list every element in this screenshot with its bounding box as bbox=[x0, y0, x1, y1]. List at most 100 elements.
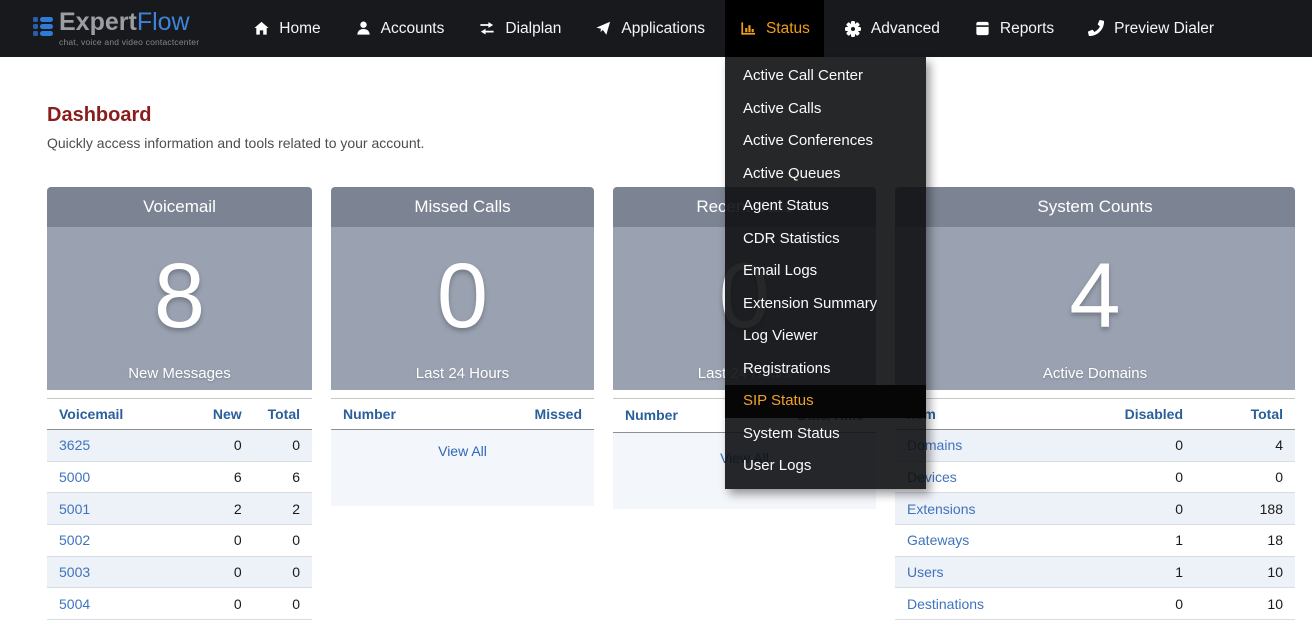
column-header: Disabled bbox=[1075, 399, 1195, 430]
table-cell: 3625 bbox=[47, 430, 166, 462]
table-cell: 0 bbox=[1075, 493, 1195, 525]
system-counts-card: System Counts 4 Active Domains ItemDisab… bbox=[895, 187, 1295, 620]
row-link[interactable]: 3625 bbox=[59, 437, 90, 453]
menu-item-registrations[interactable]: Registrations bbox=[725, 353, 926, 386]
row-link[interactable]: 5002 bbox=[59, 532, 90, 548]
table-row: 362500 bbox=[47, 430, 312, 462]
table-cell: 0 bbox=[254, 430, 312, 462]
table-row: Extensions0188 bbox=[895, 493, 1295, 525]
nav-item-dialplan[interactable]: Dialplan bbox=[464, 0, 575, 57]
table-row: Users 110 bbox=[895, 556, 1295, 588]
nav-label: Accounts bbox=[381, 20, 445, 38]
nav-item-applications[interactable]: Applications bbox=[581, 0, 719, 57]
missed-calls-table: NumberMissed bbox=[331, 398, 594, 430]
menu-item-active-call-center[interactable]: Active Call Center bbox=[725, 60, 926, 93]
row-link[interactable]: Users bbox=[907, 564, 944, 580]
table-row: Devices00 bbox=[895, 461, 1295, 493]
system-counts-metric: 4 bbox=[1069, 227, 1120, 365]
table-cell: 18 bbox=[1195, 525, 1295, 557]
book-icon bbox=[974, 20, 991, 37]
nav-item-advanced[interactable]: Advanced bbox=[830, 0, 954, 57]
column-header: Total bbox=[254, 399, 312, 430]
row-link[interactable]: Gateways bbox=[907, 532, 969, 548]
table-cell: Users bbox=[895, 556, 1075, 588]
table-cell: Gateways bbox=[895, 525, 1075, 557]
table-cell: 5001 bbox=[47, 493, 166, 525]
row-link[interactable]: 5001 bbox=[59, 501, 90, 517]
table-cell: 0 bbox=[166, 556, 253, 588]
row-link[interactable]: 5003 bbox=[59, 564, 90, 580]
table-cell: 5003 bbox=[47, 556, 166, 588]
table-cell: Extensions bbox=[895, 493, 1075, 525]
nav-item-home[interactable]: Home bbox=[239, 0, 334, 57]
table-cell: 2 bbox=[254, 493, 312, 525]
table-cell: 5004 bbox=[47, 588, 166, 620]
menu-item-active-queues[interactable]: Active Queues bbox=[725, 158, 926, 191]
menu-item-email-logs[interactable]: Email Logs bbox=[725, 255, 926, 288]
menu-item-user-logs[interactable]: User Logs bbox=[725, 450, 926, 483]
table-cell: 0 bbox=[1195, 461, 1295, 493]
table-cell: 0 bbox=[254, 556, 312, 588]
table-row: 500066 bbox=[47, 461, 312, 493]
column-header: Number bbox=[331, 399, 463, 430]
nav-label: Preview Dialer bbox=[1114, 20, 1214, 38]
gear-icon bbox=[844, 20, 862, 38]
table-cell: Destinations bbox=[895, 588, 1075, 620]
row-link[interactable]: 5004 bbox=[59, 596, 90, 612]
nav-item-preview-dialer[interactable]: Preview Dialer bbox=[1074, 0, 1228, 57]
nav-item-status[interactable]: Status Active Call Center Active Calls A… bbox=[725, 0, 824, 57]
table-cell: 0 bbox=[254, 525, 312, 557]
phone-icon bbox=[1088, 20, 1105, 37]
page-subtitle: Quickly access information and tools rel… bbox=[47, 135, 424, 151]
row-link[interactable]: Extensions bbox=[907, 501, 975, 517]
brand-name: ExpertFlow bbox=[59, 10, 199, 35]
brand-logo: ExpertFlow chat, voice and video contact… bbox=[33, 10, 199, 47]
nav-label: Advanced bbox=[871, 20, 940, 38]
table-cell: 0 bbox=[254, 588, 312, 620]
logo-grid-icon bbox=[33, 17, 53, 36]
voicemail-card: Voicemail 8 New Messages VoicemailNewTot… bbox=[47, 187, 312, 620]
row-link[interactable]: 5000 bbox=[59, 469, 90, 485]
table-cell: 1 bbox=[1075, 556, 1195, 588]
table-row: Destinations 010 bbox=[895, 588, 1295, 620]
menu-item-active-conferences[interactable]: Active Conferences bbox=[725, 125, 926, 158]
menu-item-agent-status[interactable]: Agent Status bbox=[725, 190, 926, 223]
table-cell: 6 bbox=[254, 461, 312, 493]
table-cell: 10 bbox=[1195, 556, 1295, 588]
dashboard-cards: Voicemail 8 New Messages VoicemailNewTot… bbox=[47, 187, 1295, 620]
column-header: Total bbox=[1195, 399, 1295, 430]
table-cell: 1 bbox=[1075, 525, 1195, 557]
nav-label: Applications bbox=[621, 20, 705, 38]
menu-item-active-calls[interactable]: Active Calls bbox=[725, 93, 926, 126]
table-cell: 0 bbox=[1075, 588, 1195, 620]
menu-item-cdr-statistics[interactable]: CDR Statistics bbox=[725, 223, 926, 256]
page-title: Dashboard bbox=[47, 104, 151, 127]
menu-item-sip-status[interactable]: SIP Status bbox=[725, 385, 926, 418]
table-row: 5003 00 bbox=[47, 556, 312, 588]
table-cell: 5002 bbox=[47, 525, 166, 557]
brand-tagline: chat, voice and video contactcenter bbox=[59, 38, 199, 47]
missed-calls-metric-label: Last 24 Hours bbox=[416, 365, 509, 382]
column-header: New bbox=[166, 399, 253, 430]
system-counts-metric-label: Active Domains bbox=[1043, 365, 1147, 382]
table-row: 500400 bbox=[47, 588, 312, 620]
missed-calls-view-all-link[interactable]: View All bbox=[438, 443, 487, 459]
table-cell: 0 bbox=[1075, 461, 1195, 493]
system-counts-card-title: System Counts bbox=[895, 187, 1295, 227]
row-link[interactable]: Destinations bbox=[907, 596, 984, 612]
nav-item-accounts[interactable]: Accounts bbox=[341, 0, 459, 57]
menu-item-extension-summary[interactable]: Extension Summary bbox=[725, 288, 926, 321]
menu-item-log-viewer[interactable]: Log Viewer bbox=[725, 320, 926, 353]
voicemail-card-title: Voicemail bbox=[47, 187, 312, 227]
table-row: 500122 bbox=[47, 493, 312, 525]
nav-item-reports[interactable]: Reports bbox=[960, 0, 1068, 57]
bar-chart-icon bbox=[739, 20, 757, 37]
table-cell: 10 bbox=[1195, 588, 1295, 620]
system-counts-table: ItemDisabledTotalDomains04Devices00Exten… bbox=[895, 398, 1295, 620]
voicemail-metric-label: New Messages bbox=[128, 365, 231, 382]
table-cell: 4 bbox=[1195, 430, 1295, 462]
table-cell: 0 bbox=[1075, 430, 1195, 462]
menu-item-system-status[interactable]: System Status bbox=[725, 418, 926, 451]
page-content: Dashboard Quickly access information and… bbox=[0, 57, 1312, 602]
column-header: Missed bbox=[463, 399, 595, 430]
